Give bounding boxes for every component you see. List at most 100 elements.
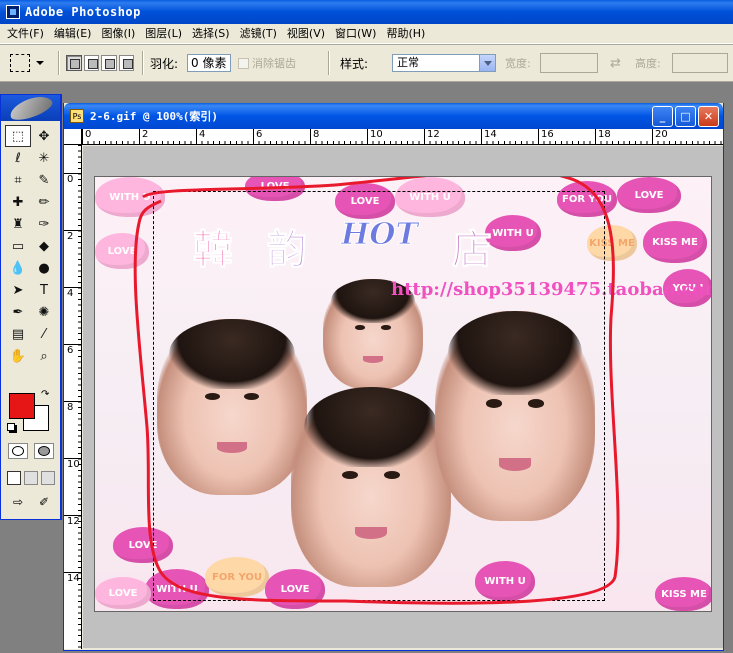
rect-marquee-icon bbox=[10, 54, 30, 72]
vertical-ruler[interactable]: 0 2 4 6 8 10 12 14 bbox=[64, 145, 82, 649]
ruler-corner[interactable] bbox=[64, 129, 82, 145]
standard-screen-button[interactable] bbox=[6, 471, 21, 485]
blur-tool-icon[interactable]: 💧 bbox=[5, 257, 31, 279]
menu-filter[interactable]: 滤镜(T) bbox=[235, 24, 282, 44]
document-image[interactable]: WITH U LOVE WITH U LOVE FOR YOU LOVE KIS… bbox=[94, 176, 712, 612]
antialias-option[interactable]: 消除锯齿 bbox=[238, 45, 296, 81]
window-controls: _ □ ✕ bbox=[652, 106, 719, 127]
horizontal-ruler[interactable]: 0 2 4 6 8 10 12 14 16 18 20 bbox=[82, 129, 723, 145]
app-title: Adobe Photoshop bbox=[25, 5, 141, 19]
ruler-tick-label: 4 bbox=[196, 129, 205, 145]
slice-tool-icon[interactable]: ✎ bbox=[31, 169, 57, 191]
feather-input[interactable]: 0 像素 bbox=[187, 54, 231, 72]
ruler-tick-label: 14 bbox=[64, 572, 82, 584]
jump-to-row: ⇨ ✐ bbox=[5, 495, 57, 509]
hand-tool-icon[interactable]: ✋ bbox=[5, 345, 31, 367]
tool-preset-picker[interactable] bbox=[10, 45, 54, 81]
antialias-label: 消除锯齿 bbox=[252, 57, 296, 70]
rect-marquee-tool-icon[interactable]: ⬚ bbox=[5, 125, 31, 147]
ruler-tick-label: 0 bbox=[82, 129, 91, 145]
ruler-tick-label: 12 bbox=[64, 515, 82, 527]
antialias-checkbox[interactable] bbox=[238, 57, 249, 69]
selection-modes bbox=[66, 45, 134, 81]
magic-wand-tool-icon[interactable]: ✳ bbox=[31, 147, 57, 169]
type-tool-icon[interactable]: T bbox=[31, 279, 57, 301]
document-icon: Ps bbox=[70, 109, 84, 123]
maximize-icon[interactable]: □ bbox=[675, 106, 696, 127]
style-label: 样式: bbox=[340, 56, 369, 71]
minimize-icon[interactable]: _ bbox=[652, 106, 673, 127]
add-to-selection-button[interactable] bbox=[83, 55, 99, 71]
ruler-tick-label: 20 bbox=[652, 129, 668, 145]
pen-tool-icon[interactable]: ✒ bbox=[5, 301, 31, 323]
chevron-down-icon[interactable] bbox=[479, 55, 495, 71]
menu-layer[interactable]: 图层(L) bbox=[140, 24, 187, 44]
ruler-tick-label: 8 bbox=[64, 401, 82, 413]
feather-logo-icon bbox=[6, 92, 55, 124]
ruler-tick-label: 4 bbox=[64, 287, 82, 299]
style-select[interactable]: 正常 bbox=[392, 54, 496, 72]
intersect-selection-button[interactable] bbox=[118, 55, 134, 71]
lasso-tool-icon[interactable]: ℓ bbox=[5, 147, 31, 169]
move-tool-icon[interactable]: ✥ bbox=[31, 125, 57, 147]
menu-bar: 文件(F) 编辑(E) 图像(I) 图层(L) 选择(S) 滤镜(T) 视图(V… bbox=[0, 24, 733, 44]
menu-file[interactable]: 文件(F) bbox=[2, 24, 49, 44]
paint-bucket-tool-icon[interactable]: ◆ bbox=[31, 235, 57, 257]
swap-colors-icon[interactable]: ↷ bbox=[41, 389, 49, 400]
divider bbox=[58, 51, 60, 75]
ruler-tick-label: 12 bbox=[424, 129, 440, 145]
full-screen-menu-button[interactable] bbox=[23, 471, 38, 485]
tool-grid: ⬚ ✥ ℓ ✳ ⌗ ✎ ✚ ✏ ♜ ✑ ▭ ◆ 💧 ● ➤ T ✒ ✺ ▤ ⁄ … bbox=[5, 125, 57, 367]
foreground-color[interactable] bbox=[9, 393, 35, 419]
ruler-tick-label: 8 bbox=[310, 129, 319, 145]
clone-stamp-tool-icon[interactable]: ♜ bbox=[5, 213, 31, 235]
brush-tool-icon[interactable]: ✏ bbox=[31, 191, 57, 213]
feather-label: 羽化: bbox=[150, 56, 179, 71]
red-lasso-stroke bbox=[133, 177, 620, 605]
path-selection-tool-icon[interactable]: ➤ bbox=[5, 279, 31, 301]
edit-in-imageready-icon[interactable]: ✐ bbox=[39, 495, 49, 509]
canvas-area[interactable]: WITH U LOVE WITH U LOVE FOR YOU LOVE KIS… bbox=[83, 146, 723, 648]
menu-select[interactable]: 选择(S) bbox=[187, 24, 235, 44]
width-input bbox=[540, 53, 598, 73]
ruler-tick-label: 18 bbox=[595, 129, 611, 145]
menu-window[interactable]: 窗口(W) bbox=[330, 24, 381, 44]
document-titlebar[interactable]: Ps 2-6.gif @ 100%(索引) _ □ ✕ bbox=[64, 103, 723, 129]
crop-tool-icon[interactable]: ⌗ bbox=[5, 169, 31, 191]
dodge-tool-icon[interactable]: ● bbox=[31, 257, 57, 279]
menu-help[interactable]: 帮助(H) bbox=[381, 24, 430, 44]
history-brush-tool-icon[interactable]: ✑ bbox=[31, 213, 57, 235]
notes-tool-icon[interactable]: ▤ bbox=[5, 323, 31, 345]
ruler-tick-label: 0 bbox=[64, 173, 82, 185]
standard-mode-button[interactable] bbox=[8, 443, 28, 459]
color-swatches: ↷ bbox=[7, 389, 55, 433]
toolbox-header[interactable] bbox=[1, 92, 60, 124]
menu-image[interactable]: 图像(I) bbox=[96, 24, 140, 44]
new-selection-button[interactable] bbox=[66, 55, 82, 71]
ruler-tick-label: 16 bbox=[538, 129, 554, 145]
jump-to-imageready-icon[interactable]: ⇨ bbox=[13, 495, 23, 509]
quick-mask-button[interactable] bbox=[34, 443, 54, 459]
eraser-tool-icon[interactable]: ▭ bbox=[5, 235, 31, 257]
swap-width-height-icon: ⇄ bbox=[610, 55, 621, 71]
screen-mode-row bbox=[5, 471, 57, 485]
ruler-tick-label: 2 bbox=[139, 129, 148, 145]
ruler-tick-label: 10 bbox=[367, 129, 383, 145]
chevron-down-icon bbox=[36, 61, 44, 65]
close-icon[interactable]: ✕ bbox=[698, 106, 719, 127]
ruler-tick-label: 14 bbox=[481, 129, 497, 145]
custom-shape-tool-icon[interactable]: ✺ bbox=[31, 301, 57, 323]
full-screen-button[interactable] bbox=[41, 471, 56, 485]
eyedropper-tool-icon[interactable]: ⁄ bbox=[31, 323, 57, 345]
ruler-tick-label: 6 bbox=[253, 129, 262, 145]
subtract-from-selection-button[interactable] bbox=[101, 55, 117, 71]
width-label: 宽度: bbox=[505, 57, 531, 70]
healing-brush-tool-icon[interactable]: ✚ bbox=[5, 191, 31, 213]
mask-mode-row bbox=[5, 443, 57, 459]
tool-palette: ⬚ ✥ ℓ ✳ ⌗ ✎ ✚ ✏ ♜ ✑ ▭ ◆ 💧 ● ➤ T ✒ ✺ ▤ ⁄ … bbox=[0, 92, 62, 520]
default-colors-icon[interactable] bbox=[7, 423, 15, 431]
zoom-tool-icon[interactable]: ⌕ bbox=[31, 345, 57, 367]
menu-edit[interactable]: 编辑(E) bbox=[49, 24, 97, 44]
menu-view[interactable]: 视图(V) bbox=[282, 24, 330, 44]
ruler-tick-label: 10 bbox=[64, 458, 82, 470]
